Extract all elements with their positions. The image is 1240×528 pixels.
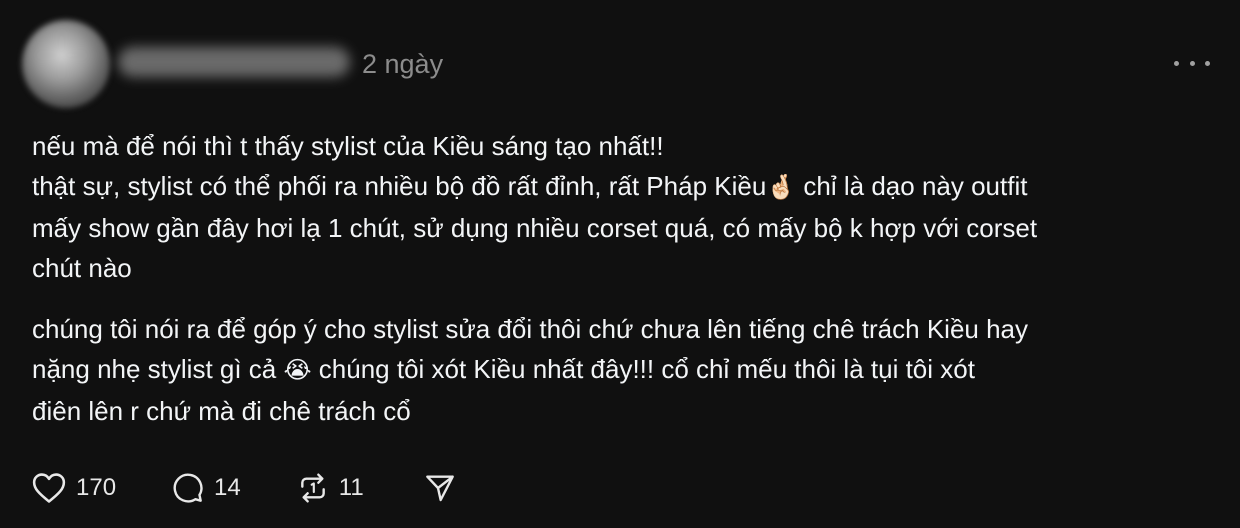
more-dot [1205, 60, 1210, 66]
content-line: chúng tôi nói ra để góp ý cho stylist sử… [32, 314, 1029, 344]
action-bar: 170 14 11 [32, 470, 456, 506]
content-text: chúng tôi xót Kiều nhất đây!!! cổ chỉ mế… [318, 354, 975, 384]
content-text: nặng nhẹ stylist gì cả [32, 354, 277, 384]
like-button[interactable]: 170 [32, 472, 116, 504]
content-line: chút nào [32, 253, 132, 283]
like-count: 170 [76, 474, 117, 501]
content-line: nặng nhẹ stylist gì cả 😭 chúng tôi xót K… [32, 349, 1222, 391]
avatar[interactable] [22, 20, 110, 108]
repost-count: 11 [338, 474, 364, 501]
content-line: nếu mà để nói thì t thấy stylist của Kiề… [32, 131, 664, 161]
more-dot [1174, 60, 1179, 66]
share-button[interactable] [424, 472, 456, 504]
content-line: thật sự, stylist có thể phối ra nhiều bộ… [32, 166, 1222, 208]
send-icon [425, 475, 454, 502]
content-line: mấy show gần đây hơi lạ 1 chút, sử dụng … [32, 213, 1038, 243]
more-dot [1189, 60, 1195, 66]
reply-count: 14 [214, 474, 241, 501]
heart-icon [32, 473, 66, 503]
content-text: thật sự, stylist có thể phối ra nhiều bộ… [32, 171, 767, 201]
repost-icon [300, 473, 325, 503]
post-timestamp: 2 ngày [362, 49, 444, 79]
crying-face-emoji: 😭 [283, 357, 312, 384]
comment-icon [173, 473, 203, 503]
more-icon[interactable] [1174, 50, 1210, 76]
content-line: điên lên r chứ mà đi chê trách cổ [32, 396, 411, 426]
thread-post: 2 ngày nếu mà để nói thì t thấy stylist … [0, 0, 1240, 528]
reply-button[interactable]: 14 [172, 472, 241, 504]
username-blurred[interactable] [118, 47, 350, 77]
repost-button[interactable]: 11 [297, 472, 364, 504]
content-text: chỉ là dạo này outfit [803, 171, 1028, 201]
fingers-crossed-emoji: 🤞🏻 [766, 174, 797, 201]
post-content: nếu mà để nói thì t thấy stylist của Kiề… [32, 126, 1222, 431]
